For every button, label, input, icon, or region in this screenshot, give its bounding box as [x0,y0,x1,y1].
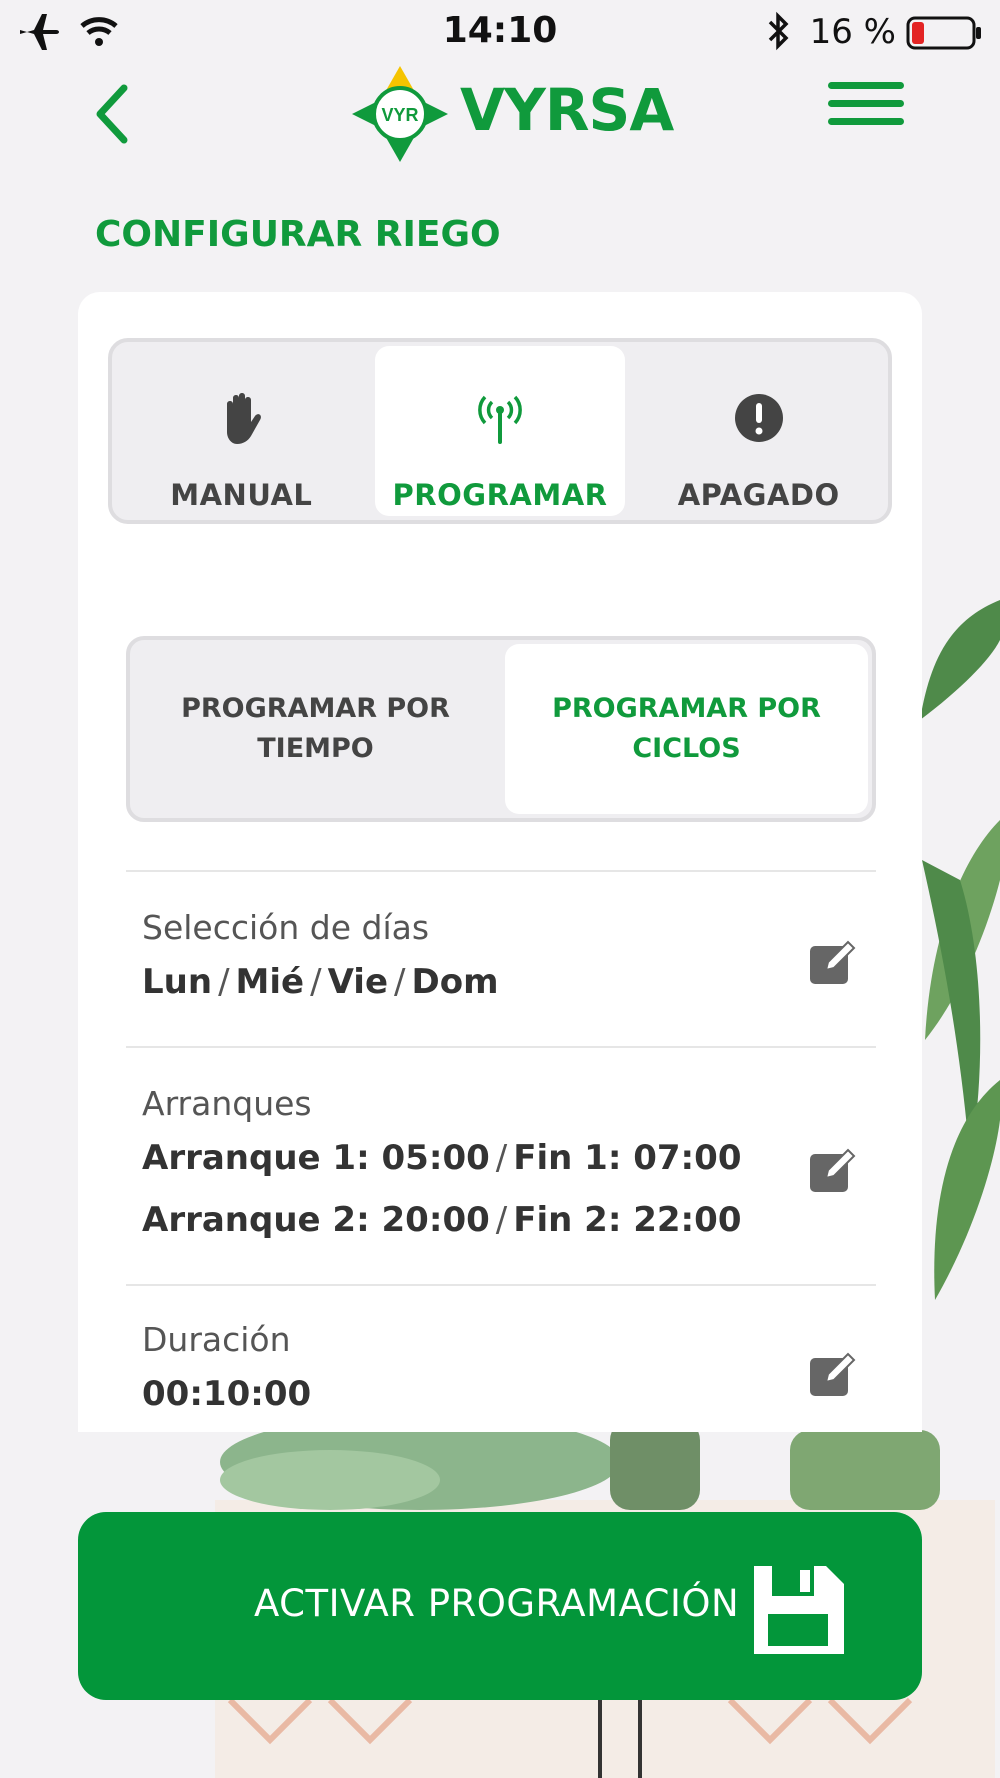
duracion-label: Duración [142,1320,291,1359]
app-header: VYR VYRSA [0,64,1000,174]
edit-duracion-icon[interactable] [806,1348,858,1400]
days-label: Selección de días [142,908,430,947]
days-selection-row[interactable]: Selección de días Lun / Mié / Vie / Dom [126,870,876,1048]
tab-programar-por-tiempo[interactable]: PROGRAMAR POR TIEMPO [134,644,497,814]
battery-percent: 16 % [809,12,896,52]
tab-manual-label: MANUAL [170,478,313,512]
page-title: CONFIGURAR RIEGO [95,214,501,255]
logo-text: VYRSA [460,76,674,144]
alert-icon [734,394,783,442]
activar-programacion-label: ACTIVAR PROGRAMACIÓN [254,1582,740,1625]
day-value: Dom [411,962,499,1002]
arranque-1-end: Fin 1: 07:00 [513,1138,742,1178]
arranque-2-line: Arranque 2: 20:00/Fin 2: 22:00 [142,1200,742,1240]
activar-programacion-button[interactable]: ACTIVAR PROGRAMACIÓN [78,1512,922,1700]
tab-programar-por-ciclos[interactable]: PROGRAMAR POR CICLOS [505,644,868,814]
tab-apagado[interactable]: APAGADO [633,346,884,516]
tab-programar-label: PROGRAMAR [392,478,608,512]
settings-card: MANUAL PROGRAMAR APAGADO PROGRAMAR POR T… [78,292,922,1432]
arranque-2-start: Arranque 2: 20:00 [142,1200,490,1240]
vyrsa-logo: VYR VYRSA [350,64,674,164]
bluetooth-icon [768,11,789,51]
duracion-row[interactable]: Duración 00:10:00 [126,1284,876,1432]
battery-icon [906,16,981,50]
day-value: Vie [327,962,389,1002]
hamburger-menu-icon [828,82,904,89]
arranque-2-end: Fin 2: 22:00 [513,1200,742,1240]
tab-manual[interactable]: MANUAL [116,346,367,516]
tab-apagado-label: APAGADO [677,478,840,512]
save-icon [754,1566,844,1654]
edit-arranques-icon[interactable] [806,1144,858,1196]
edit-days-icon[interactable] [806,936,858,988]
menu-button[interactable] [828,82,904,146]
mode-selector: MANUAL PROGRAMAR APAGADO [108,338,892,524]
program-type-selector: PROGRAMAR POR TIEMPO PROGRAMAR POR CICLO… [126,636,876,822]
hand-icon [227,393,262,444]
days-value: Lun / Mié / Vie / Dom [142,962,499,1002]
status-bar: 14:10 16 % [0,0,1000,64]
day-value: Lun [142,962,213,1002]
arranques-label: Arranques [142,1084,312,1123]
arranque-1-start: Arranque 1: 05:00 [142,1138,490,1178]
logo-badge-text: VYR [381,105,418,125]
antenna-icon [478,395,522,444]
logo-emblem: VYR [352,66,448,162]
duracion-value: 00:10:00 [142,1374,312,1414]
back-button[interactable] [88,74,136,154]
arranques-row[interactable]: Arranques Arranque 1: 05:00/Fin 1: 07:00… [126,1046,876,1286]
tab-programar[interactable]: PROGRAMAR [374,346,626,516]
arranque-1-line: Arranque 1: 05:00/Fin 1: 07:00 [142,1138,742,1178]
day-value: Mié [235,962,305,1002]
